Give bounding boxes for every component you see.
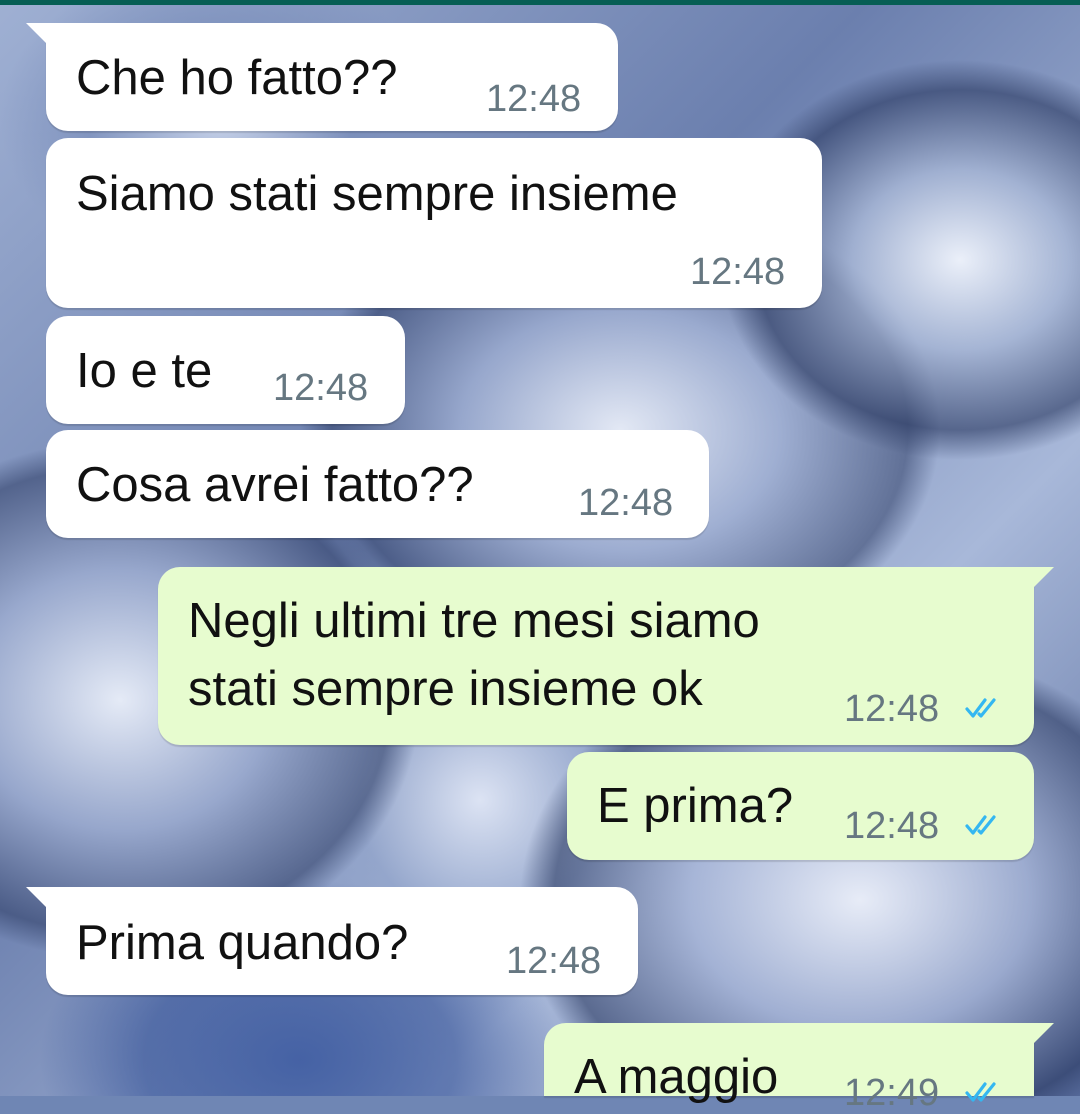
- bubble-tail: [1032, 1023, 1054, 1045]
- incoming-message[interactable]: Io e te 12:48: [46, 316, 405, 424]
- message-time: 12:48: [844, 805, 940, 847]
- double-check-icon: [965, 698, 996, 718]
- incoming-message[interactable]: Siamo stati sempre insieme 12:48: [46, 138, 822, 308]
- message-time: 12:48: [506, 940, 602, 982]
- message-text: Che ho fatto??: [76, 51, 398, 105]
- incoming-message[interactable]: Prima quando? 12:48: [26, 887, 638, 995]
- bubble-tail: [26, 887, 48, 909]
- message-time: 12:48: [690, 251, 786, 293]
- incoming-message[interactable]: Cosa avrei fatto?? 12:48: [46, 430, 709, 538]
- outgoing-message[interactable]: E prima? 12:48: [567, 752, 1034, 860]
- message-text: Siamo stati sempre insieme: [76, 167, 678, 221]
- message-text-line: stati sempre insieme ok: [188, 662, 703, 716]
- bubble-tail: [26, 23, 48, 45]
- message-text: Io e te: [76, 344, 213, 398]
- incoming-message[interactable]: Che ho fatto?? 12:48: [26, 23, 618, 131]
- message-text: Cosa avrei fatto??: [76, 458, 474, 512]
- bubble-tail: [1032, 567, 1054, 589]
- message-time: 12:48: [486, 78, 582, 120]
- message-time: 12:48: [578, 482, 674, 524]
- message-time: 12:48: [273, 367, 369, 409]
- outgoing-message[interactable]: A maggio 12:49: [544, 1023, 1054, 1113]
- message-time: 12:49: [844, 1072, 940, 1114]
- message-text: A maggio: [574, 1050, 779, 1104]
- message-text: E prima?: [597, 779, 794, 833]
- message-text: Prima quando?: [76, 916, 409, 970]
- double-check-icon: [965, 815, 996, 835]
- header-edge: [0, 0, 1080, 5]
- outgoing-message[interactable]: Negli ultimi tre mesi siamo stati sempre…: [158, 567, 1054, 745]
- message-time: 12:48: [844, 688, 940, 730]
- double-check-icon: [965, 1082, 996, 1102]
- message-text-line: Negli ultimi tre mesi siamo: [188, 594, 760, 648]
